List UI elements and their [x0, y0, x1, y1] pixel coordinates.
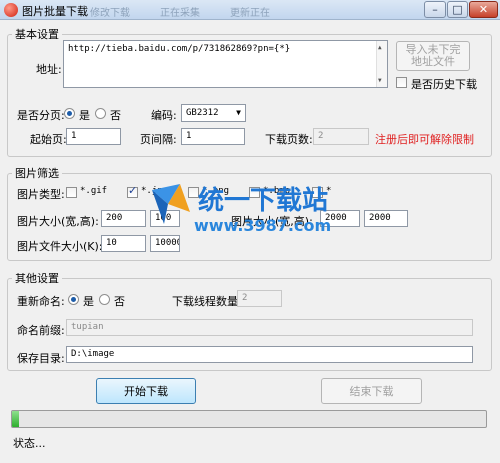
dropdown-arrow-icon: ▼: [236, 108, 241, 117]
maximize-button[interactable]: □: [447, 1, 468, 18]
history-download-checkbox[interactable]: [396, 77, 407, 88]
background-text: 修改下载: [90, 8, 130, 19]
max-height-input[interactable]: 2000: [364, 210, 408, 227]
file-size-label: 图片文件大小(K):: [17, 240, 103, 253]
prefix-input[interactable]: tupian: [66, 319, 473, 336]
rename-yes-radio[interactable]: [68, 294, 79, 305]
import-unfinished-button[interactable]: 导入未下完地址文件: [396, 41, 470, 71]
paging-no-label: 否: [110, 109, 121, 122]
stop-download-button[interactable]: 结束下载: [321, 378, 422, 404]
start-download-button[interactable]: 开始下载: [96, 378, 196, 404]
save-dir-input[interactable]: D:\image: [66, 346, 473, 363]
watermark-logo-icon: [152, 184, 190, 224]
address-value: http://tieba.baidu.com/p/731862869?pn={*…: [68, 44, 291, 54]
rename-no-label: 否: [114, 295, 125, 308]
download-progress-bar: [11, 410, 487, 428]
threads-input[interactable]: 2: [237, 290, 282, 307]
scroll-up-icon[interactable]: ▲: [378, 42, 382, 53]
site-watermark: 统一下载站 www.3987.com: [150, 180, 350, 240]
min-size-label: 图片大小(宽,高):: [17, 215, 99, 228]
page-count-input[interactable]: 2: [313, 128, 369, 145]
start-page-label: 起始页:: [30, 133, 67, 146]
image-filter-legend: 图片筛选: [15, 167, 59, 180]
encoding-select[interactable]: GB2312 ▼: [181, 104, 246, 122]
watermark-url: www.3987.com: [194, 216, 332, 235]
minimize-button[interactable]: –: [424, 1, 446, 18]
type-gif-checkbox[interactable]: [66, 187, 77, 198]
close-button[interactable]: ✕: [469, 1, 498, 18]
file-size-min-input[interactable]: 10: [101, 235, 146, 252]
paging-label: 是否分页:: [17, 109, 65, 122]
min-width-input[interactable]: 200: [101, 210, 146, 227]
progress-fill: [12, 411, 20, 427]
background-text: 更新正在: [230, 8, 270, 19]
register-note: 注册后即可解除限制: [375, 133, 474, 146]
encoding-value: GB2312: [186, 108, 219, 118]
rename-no-radio[interactable]: [99, 294, 110, 305]
prefix-label: 命名前缀:: [17, 324, 65, 337]
paging-no-radio[interactable]: [95, 108, 106, 119]
threads-label: 下载线程数量:: [172, 295, 242, 308]
background-text: 正在采集: [160, 8, 200, 19]
address-label: 地址:: [36, 63, 62, 76]
other-settings-legend: 其他设置: [15, 272, 59, 285]
start-page-input[interactable]: 1: [66, 128, 121, 145]
interval-label: 页间隔:: [140, 133, 177, 146]
basic-settings-legend: 基本设置: [15, 28, 59, 41]
image-type-label: 图片类型:: [17, 188, 65, 201]
status-text: 状态...: [13, 437, 46, 450]
scroll-down-icon[interactable]: ▼: [378, 75, 382, 86]
paging-yes-radio[interactable]: [64, 108, 75, 119]
paging-yes-label: 是: [79, 109, 90, 122]
type-jpg-checkbox[interactable]: [127, 184, 138, 198]
app-icon: [4, 3, 18, 17]
rename-label: 重新命名:: [17, 295, 65, 308]
history-download-label: 是否历史下载: [411, 78, 477, 91]
interval-input[interactable]: 1: [181, 128, 245, 145]
page-count-label: 下载页数:: [265, 133, 313, 146]
encoding-label: 编码:: [151, 109, 177, 122]
address-field[interactable]: http://tieba.baidu.com/p/731862869?pn={*…: [63, 40, 388, 88]
save-dir-label: 保存目录:: [17, 352, 65, 365]
watermark-text: 统一下载站: [198, 186, 329, 216]
rename-yes-label: 是: [83, 295, 94, 308]
window-title: 图片批量下载: [22, 5, 88, 18]
type-gif-label: *.gif: [80, 186, 108, 196]
address-scrollbar[interactable]: ▲ ▼: [376, 41, 387, 87]
